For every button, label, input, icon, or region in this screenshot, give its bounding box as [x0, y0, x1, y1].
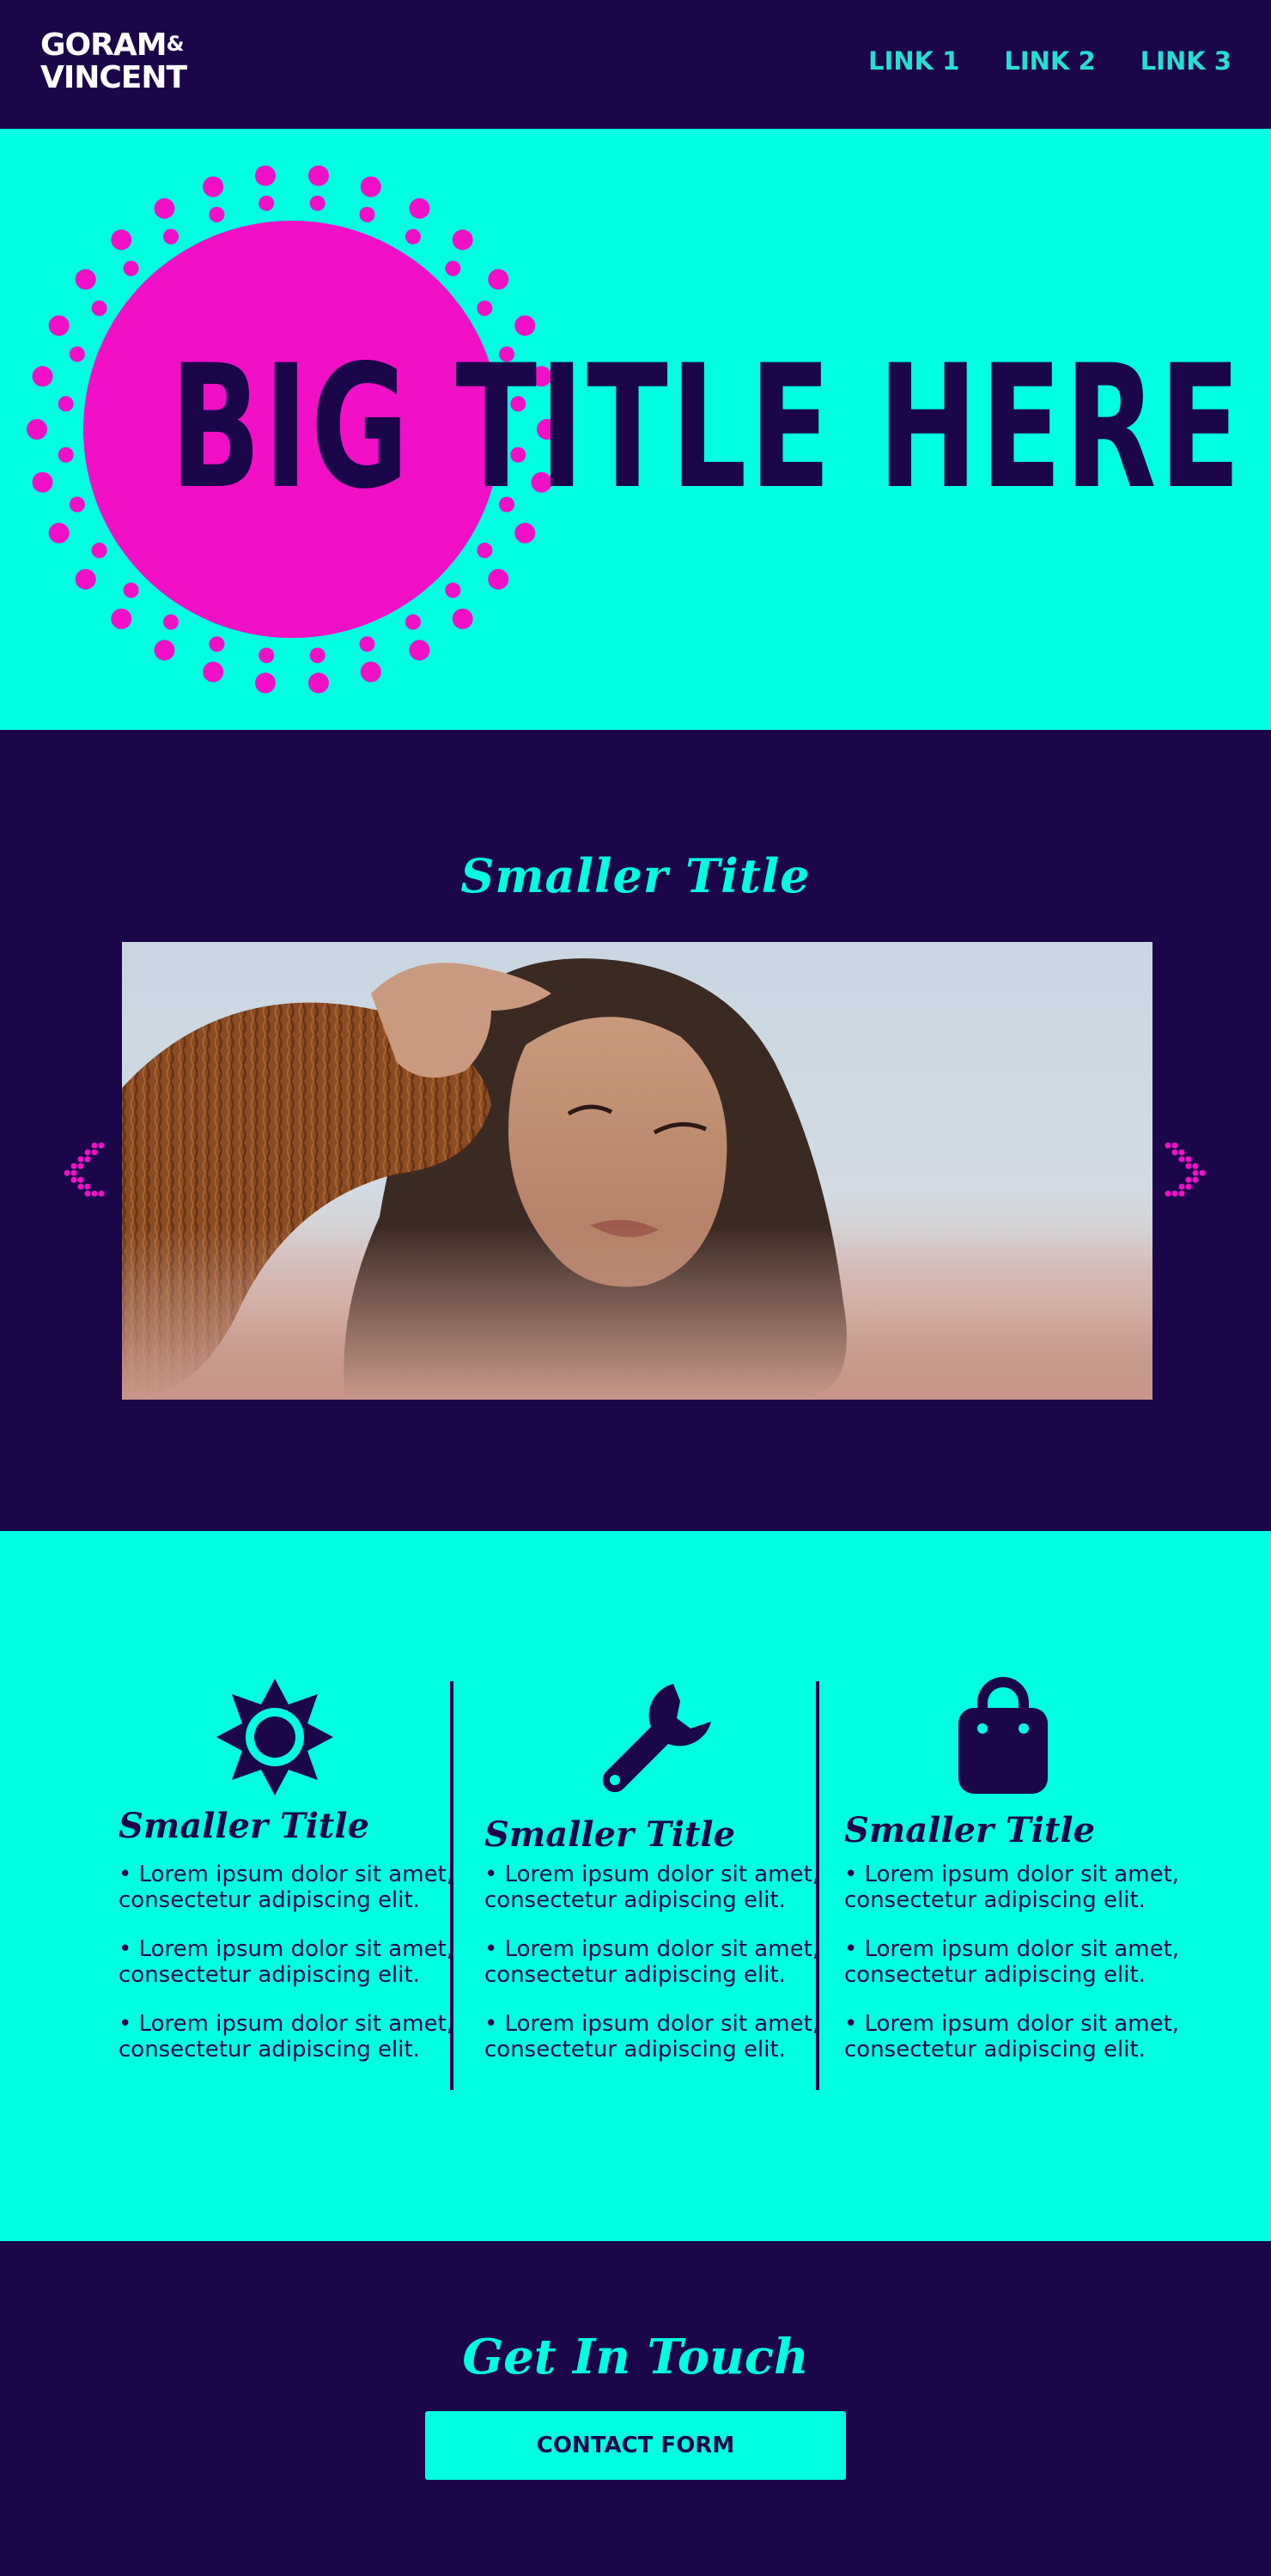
- hero-title: BIG TITLE HERE: [170, 328, 1244, 526]
- hero-dot: [75, 269, 96, 290]
- contact-title: Get In Touch: [462, 2329, 809, 2385]
- carousel-next-button[interactable]: [1161, 1140, 1213, 1200]
- feature-3-list: • Lorem ipsum dolor sit amet, consectetu…: [844, 1862, 1205, 2086]
- hero-dot: [255, 165, 276, 186]
- feature-divider-2: [816, 1681, 819, 2090]
- hero-dot: [409, 640, 430, 661]
- portrait-photo-illustration: [122, 942, 1152, 1400]
- feature-1-list: • Lorem ipsum dolor sit amet, consectetu…: [119, 1862, 479, 2086]
- hero-dot: [163, 228, 179, 245]
- logo-ampersand: &: [166, 32, 185, 56]
- hero-dot: [48, 315, 70, 337]
- feature-1-bullet-3: • Lorem ipsum dolor sit amet, consectetu…: [119, 2011, 454, 2063]
- hero-dot: [258, 647, 275, 664]
- hero-dot: [308, 672, 329, 694]
- hero-dot: [32, 471, 53, 493]
- hero-dot: [452, 229, 473, 251]
- hero-dot: [477, 543, 493, 558]
- hero-dot: [405, 614, 421, 630]
- shopping-bag-icon: [943, 1677, 1063, 1797]
- feature-3-bullet-1: • Lorem ipsum dolor sit amet, consectetu…: [844, 1862, 1180, 1913]
- logo-line-1: GORAM: [40, 27, 167, 63]
- hero-section: BIG TITLE HERE: [0, 129, 1271, 730]
- hero-dot: [445, 582, 461, 598]
- hero-dot: [69, 346, 85, 362]
- hero-dot: [48, 522, 70, 544]
- nav-link-3[interactable]: LINK 3: [1140, 46, 1231, 76]
- hero-dot: [209, 636, 225, 653]
- gear-sun-icon: [215, 1677, 335, 1797]
- hero-dot: [91, 301, 107, 316]
- hero-dot: [203, 176, 224, 197]
- hero-dot: [163, 614, 179, 630]
- gallery-title: Smaller Title: [460, 848, 811, 903]
- features-section: Smaller Title • Lorem ipsum dolor sit am…: [0, 1531, 1271, 2241]
- logo-line-2: VINCENT: [40, 60, 187, 95]
- hero-dot: [360, 176, 381, 197]
- feature-2-bullet-3: • Lorem ipsum dolor sit amet, consectetu…: [484, 2011, 820, 2063]
- feature-3-title: Smaller Title: [844, 1810, 1096, 1850]
- hero-dot: [111, 608, 132, 629]
- hero-dot: [255, 672, 276, 694]
- nav-link-1[interactable]: LINK 1: [868, 46, 959, 76]
- carousel-photo: [122, 942, 1152, 1400]
- hero-dot: [309, 195, 325, 211]
- feature-divider-1: [450, 1681, 453, 2090]
- contact-form-button[interactable]: CONTACT FORM: [425, 2411, 846, 2480]
- chevron-left-icon: [64, 1142, 105, 1197]
- hero-dot: [359, 636, 375, 653]
- hero-dot: [203, 661, 224, 683]
- feature-3-bullet-2: • Lorem ipsum dolor sit amet, consectetu…: [844, 1936, 1180, 1988]
- hero-dot: [111, 229, 132, 251]
- hero-dot: [58, 396, 74, 412]
- chevron-right-icon: [1165, 1142, 1206, 1197]
- hero-dot: [360, 661, 381, 683]
- hero-dot: [477, 301, 493, 316]
- hero-dot: [27, 419, 47, 440]
- gallery-section: Smaller Title: [0, 730, 1271, 1531]
- hero-dot: [488, 269, 509, 290]
- contact-section: Get In Touch CONTACT FORM: [0, 2241, 1271, 2576]
- feature-1-title: Smaller Title: [119, 1806, 370, 1846]
- hero-dot: [445, 260, 461, 276]
- hero-dot: [405, 228, 421, 245]
- brand-logo[interactable]: GORAM& VINCENT: [40, 27, 187, 95]
- hero-dot: [75, 568, 96, 590]
- hero-dot: [409, 197, 430, 219]
- hero-dot: [308, 165, 329, 186]
- hero-dot: [123, 260, 139, 276]
- hero-dot: [58, 447, 74, 463]
- hero-dot: [91, 543, 107, 558]
- hero-dot: [69, 496, 85, 513]
- main-nav: LINK 1 LINK 2 LINK 3: [868, 46, 1231, 76]
- hero-dot: [123, 582, 139, 598]
- wrench-icon: [594, 1677, 715, 1797]
- feature-2-bullet-1: • Lorem ipsum dolor sit amet, consectetu…: [484, 1862, 820, 1913]
- feature-3-bullet-3: • Lorem ipsum dolor sit amet, consectetu…: [844, 2011, 1180, 2063]
- hero-dot: [359, 206, 375, 222]
- feature-1-bullet-1: • Lorem ipsum dolor sit amet, consectetu…: [119, 1862, 454, 1913]
- feature-2-bullet-2: • Lorem ipsum dolor sit amet, consectetu…: [484, 1936, 820, 1988]
- hero-dot: [154, 640, 175, 661]
- hero-dot: [209, 206, 225, 222]
- hero-dot: [452, 608, 473, 629]
- nav-link-2[interactable]: LINK 2: [1004, 46, 1095, 76]
- feature-1-bullet-2: • Lorem ipsum dolor sit amet, consectetu…: [119, 1936, 454, 1988]
- hero-dot: [154, 197, 175, 219]
- hero-dot: [309, 647, 325, 664]
- hero-dot: [258, 195, 275, 211]
- hero-dot: [488, 568, 509, 590]
- hero-dot: [32, 366, 53, 387]
- carousel-prev-button[interactable]: [57, 1140, 108, 1200]
- feature-2-list: • Lorem ipsum dolor sit amet, consectetu…: [484, 1862, 845, 2086]
- feature-2-title: Smaller Title: [484, 1814, 736, 1855]
- site-header: GORAM& VINCENT LINK 1 LINK 2 LINK 3: [0, 0, 1271, 129]
